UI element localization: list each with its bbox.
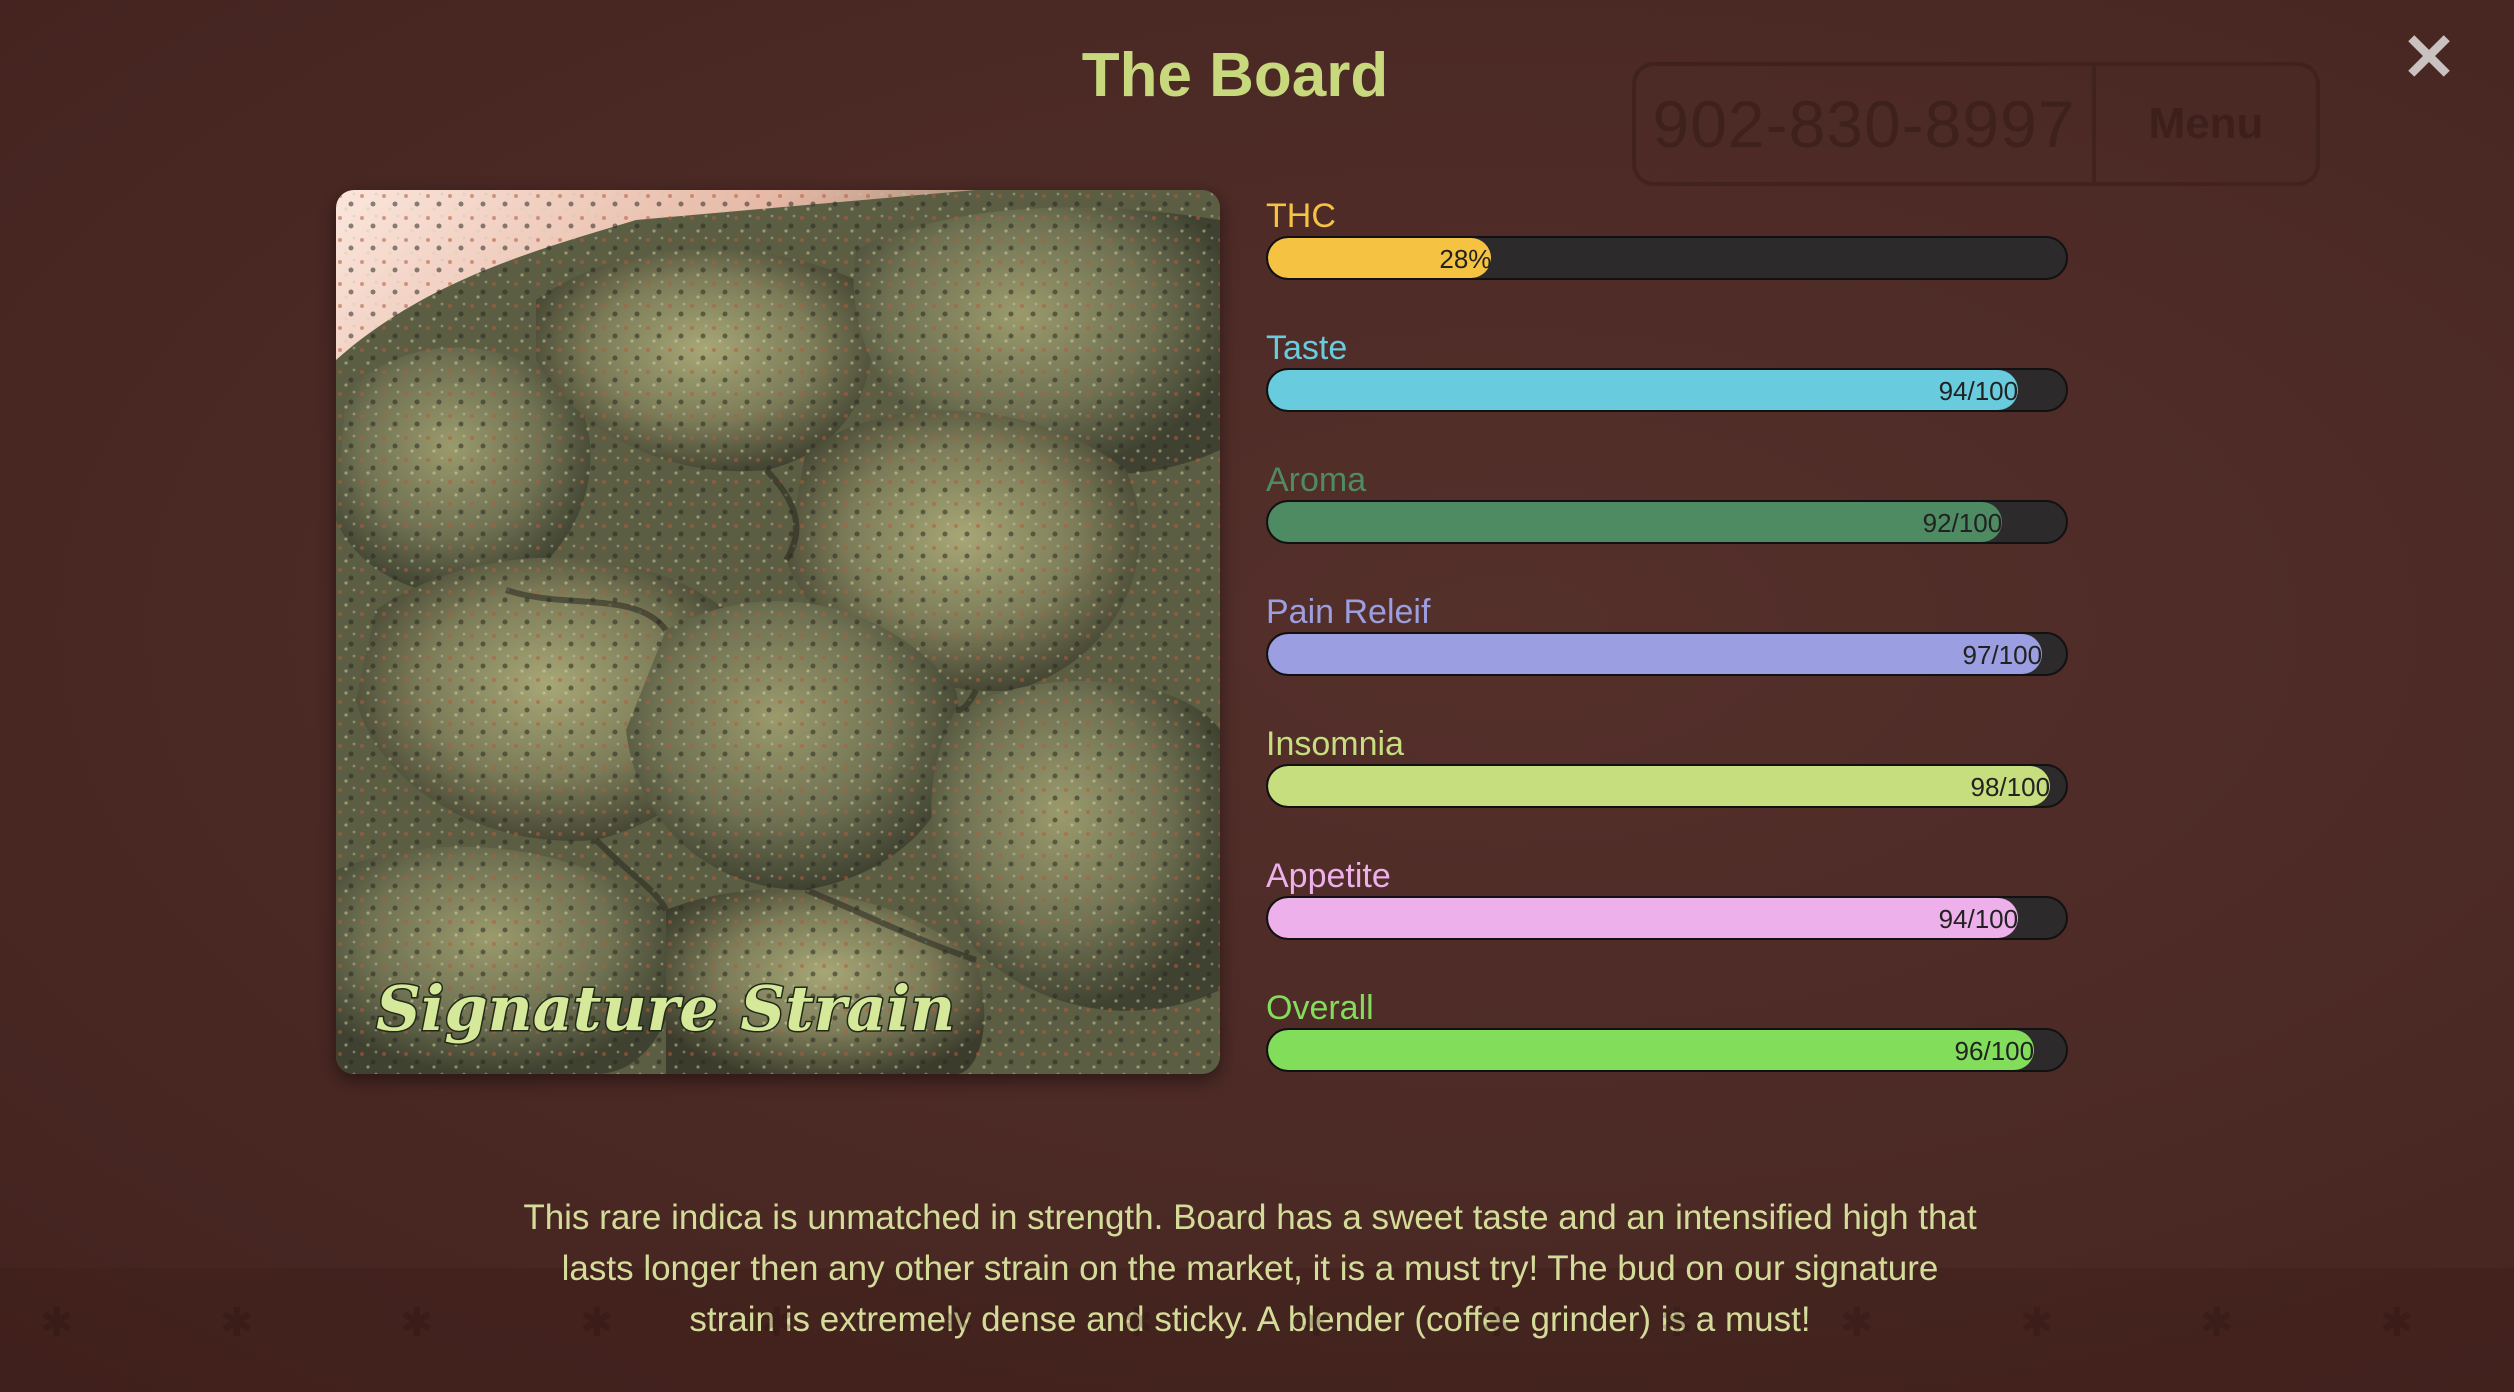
stat-value: 98/100 — [1970, 772, 2051, 802]
stat-row: Overall 96/100 — [1266, 988, 2068, 1120]
stat-row: Insomnia 98/100 — [1266, 724, 2068, 856]
strain-photo: Signature Strain — [336, 190, 1220, 1074]
stat-label: Aroma — [1266, 461, 1367, 499]
stat-row: THC 28% — [1266, 196, 2068, 328]
stat-bar-track: 96/100 — [1266, 1028, 2068, 1072]
stat-value: 28% — [1439, 244, 1492, 274]
stat-label: Appetite — [1266, 857, 1391, 895]
strain-stats: THC 28% Taste 94/100 Aroma 92/100 Pain Releif 9… — [1266, 196, 2068, 1120]
stat-bar-fill: 96/100 — [1268, 1030, 2035, 1070]
stat-value: 92/100 — [1922, 508, 2003, 538]
cannabis-leaf-icon: ✱ — [940, 1301, 974, 1345]
cannabis-leaf-icon: ✱ — [1120, 1301, 1154, 1345]
modal-title: The Board — [1081, 41, 1389, 110]
stat-bar-fill: 92/100 — [1268, 502, 2003, 542]
cannabis-leaf-icon: ✱ — [2380, 1301, 2414, 1345]
stat-row: Aroma 92/100 — [1266, 460, 2068, 592]
stat-bar-fill: 97/100 — [1268, 634, 2043, 674]
stat-bar-track: 92/100 — [1266, 500, 2068, 544]
stat-value: 94/100 — [1938, 904, 2019, 934]
cannabis-leaf-icon: ✱ — [1660, 1301, 1694, 1345]
signature-strain-watermark: Signature Strain — [376, 972, 955, 1045]
strain-description: This rare indica is unmatched in strengt… — [523, 1198, 1977, 1339]
cannabis-leaf-icon: ✱ — [1300, 1301, 1334, 1345]
stat-value: 97/100 — [1962, 640, 2043, 670]
stat-bar-track: 98/100 — [1266, 764, 2068, 808]
cannabis-leaf-icon: ✱ — [40, 1301, 74, 1345]
stat-value: 94/100 — [1938, 376, 2019, 406]
cannabis-leaf-icon: ✱ — [1480, 1301, 1514, 1345]
stat-label: Insomnia — [1266, 725, 1404, 763]
cannabis-leaf-icon: ✱ — [2020, 1301, 2054, 1345]
cannabis-leaf-icon: ✱ — [1840, 1301, 1874, 1345]
stat-bar-fill: 98/100 — [1268, 766, 2051, 806]
stat-bar-track: 94/100 — [1266, 368, 2068, 412]
stat-value: 96/100 — [1954, 1036, 2035, 1066]
stat-bar-track: 94/100 — [1266, 896, 2068, 940]
cannabis-leaf-icon: ✱ — [580, 1301, 614, 1345]
cannabis-leaf-icon: ✱ — [760, 1301, 794, 1345]
stat-bar-track: 28% — [1266, 236, 2068, 280]
stat-row: Taste 94/100 — [1266, 328, 2068, 460]
stat-label: Pain Releif — [1266, 593, 1431, 631]
stat-label: Overall — [1266, 989, 1374, 1027]
cannabis-leaf-icon: ✱ — [400, 1301, 434, 1345]
stat-bar-fill: 94/100 — [1268, 898, 2019, 938]
stat-row: Appetite 94/100 — [1266, 856, 2068, 988]
cannabis-leaf-icon: ✱ — [220, 1301, 254, 1345]
cannabis-leaf-icon: ✱ — [2200, 1301, 2234, 1345]
stat-bar-track: 97/100 — [1266, 632, 2068, 676]
strain-modal-page: 902-830-8997 Menu ✕ The Board Signature … — [0, 0, 2514, 1392]
stat-bar-fill: 94/100 — [1268, 370, 2019, 410]
stat-label: Taste — [1266, 329, 1348, 367]
stat-bar-fill: 28% — [1268, 238, 1492, 278]
stat-label: THC — [1266, 197, 1336, 235]
stat-row: Pain Releif 97/100 — [1266, 592, 2068, 724]
